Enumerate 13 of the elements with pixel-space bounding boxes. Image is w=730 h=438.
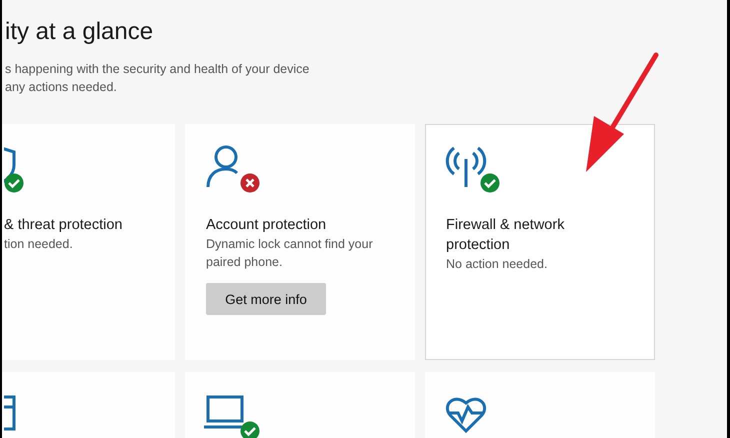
card-background[interactable]: Firewall & network protection No action needed.	[425, 124, 655, 360]
card-title: & threat protection	[4, 216, 124, 235]
page-title: ity at a glance	[5, 17, 154, 47]
card-title: Firewall & network protection	[446, 216, 566, 255]
card-title: Account protection	[206, 216, 328, 235]
card-status-text: No action needed.	[446, 256, 548, 273]
card-status-text: Dynamic lock cannot find your paired phone.	[206, 236, 374, 271]
card-background[interactable]: Account protection Dynamic lock cannot find your paired phone. Get more info	[185, 124, 415, 360]
page-subtitle: s happening with the security and health of your device	[5, 61, 310, 78]
get-more-info-button[interactable]: Get more info	[206, 283, 326, 315]
card-status-text: tion needed.	[4, 236, 74, 253]
card-background[interactable]: & threat protection tion needed.	[2, 124, 175, 360]
page-subtitle: any actions needed.	[5, 79, 117, 96]
